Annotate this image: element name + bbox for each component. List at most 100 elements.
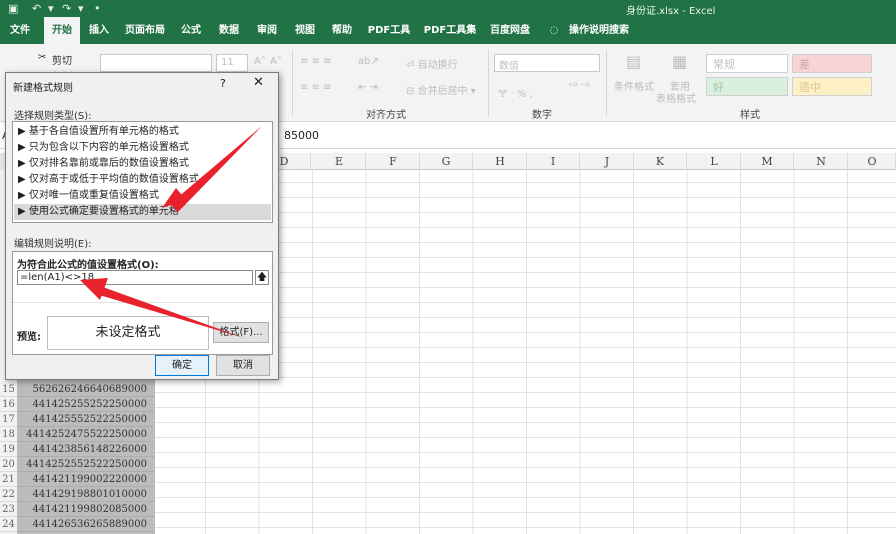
rule-item-label: 只为包含以下内容的单元格设置格式	[28, 142, 189, 153]
column-header-h[interactable]: H	[474, 153, 527, 170]
column-header-m[interactable]: M	[741, 153, 794, 170]
tab-review[interactable]: 审阅	[252, 17, 282, 44]
column-header-k[interactable]: K	[634, 153, 687, 170]
number-format-select[interactable]: 数值	[494, 54, 600, 72]
row-header[interactable]: 17	[0, 412, 17, 427]
undo-dropdown-icon[interactable]: ▾	[48, 2, 54, 15]
window-title: 身份证.xlsx - Excel	[626, 6, 716, 17]
cell-a[interactable]: 441423856148226000	[17, 442, 155, 457]
wrap-text-icon: ⏎	[406, 60, 415, 71]
merge-center-button[interactable]: ⊟ 合并后居中 ▾	[406, 82, 476, 97]
cell-a[interactable]: 441421199002220000	[17, 472, 155, 487]
orientation-icon[interactable]: ab↗	[358, 56, 379, 67]
redo-icon[interactable]: ↷	[62, 2, 71, 15]
rule-type-list[interactable]: ▶ 基于各自值设置所有单元格的格式 ▶ 只为包含以下内容的单元格设置格式 ▶ 仅…	[12, 121, 273, 223]
format-button[interactable]: 格式(F)...	[213, 322, 269, 343]
tab-insert[interactable]: 插入	[84, 17, 114, 44]
row-header[interactable]: 23	[0, 502, 17, 517]
column-header-f[interactable]: F	[367, 153, 420, 170]
close-icon[interactable]: ✕	[253, 75, 264, 90]
ribbon-tabs: 文件 开始 插入 页面布局 公式 数据 审阅 视图 帮助 PDF工具 PDF工具…	[0, 17, 896, 44]
font-size-box[interactable]: 11	[216, 54, 248, 72]
cancel-button[interactable]: 取消	[216, 355, 270, 376]
column-header-o[interactable]: O	[849, 153, 896, 170]
column-header-n[interactable]: N	[795, 153, 848, 170]
rule-item[interactable]: ▶ 仅对排名靠前或靠后的数值设置格式	[14, 156, 271, 172]
column-header-g[interactable]: G	[420, 153, 473, 170]
row-header[interactable]: 18	[0, 427, 17, 442]
tab-data[interactable]: 数据	[214, 17, 244, 44]
tab-view[interactable]: 视图	[290, 17, 320, 44]
conditional-format-icon: ▤	[626, 52, 642, 71]
rule-item[interactable]: ▶ 仅对唯一值或重复值设置格式	[14, 188, 271, 204]
scissors-icon: ✂	[38, 52, 47, 63]
rule-item-selected[interactable]: ▶ 使用公式确定要设置格式的单元格	[14, 204, 271, 220]
row-header[interactable]: 19	[0, 442, 17, 457]
undo-icon[interactable]: ↶	[32, 2, 41, 15]
ok-button[interactable]: 确定	[155, 355, 209, 376]
preview-label: 预览:	[17, 332, 41, 343]
touch-mode-icon[interactable]: •	[94, 2, 101, 15]
save-icon[interactable]: ▣	[8, 2, 18, 15]
column-header-i[interactable]: I	[527, 153, 580, 170]
title-bar: ▣ ↶ ▾ ↷ ▾ • 身份证.xlsx - Excel	[0, 0, 896, 17]
tab-pdf-tools[interactable]: PDF工具	[364, 17, 414, 44]
preview-box: 未设定格式	[47, 316, 209, 350]
style-neutral[interactable]: 适中	[792, 77, 872, 96]
row-header[interactable]: 16	[0, 397, 17, 412]
tab-page-layout[interactable]: 页面布局	[120, 17, 170, 44]
tab-help[interactable]: 帮助	[327, 17, 357, 44]
column-header-j[interactable]: J	[581, 153, 634, 170]
wrap-text-button[interactable]: ⏎ 自动换行	[406, 56, 458, 71]
tell-me-search[interactable]: 操作说明搜索	[566, 17, 632, 44]
cell-a[interactable]: 441425255252250000	[17, 397, 155, 412]
cell-a[interactable]: 4414252475522250000	[17, 427, 155, 442]
conditional-format-button[interactable]: 条件格式	[614, 78, 654, 93]
row-header[interactable]: 24	[0, 517, 17, 532]
help-button[interactable]: ?	[220, 77, 226, 90]
cell-a[interactable]: 441425552522250000	[17, 412, 155, 427]
currency-icon[interactable]: 🝖 · % ,	[498, 82, 533, 103]
rule-item[interactable]: ▶ 基于各自值设置所有单元格的格式	[14, 124, 271, 140]
cell-a[interactable]: 562626246640689000	[17, 382, 155, 397]
collapse-dialog-button[interactable]: 🡅	[255, 270, 269, 285]
row-header[interactable]: 21	[0, 472, 17, 487]
row-header[interactable]: 15	[0, 382, 17, 397]
row-header[interactable]: 20	[0, 457, 17, 472]
rule-item[interactable]: ▶ 只为包含以下内容的单元格设置格式	[14, 140, 271, 156]
wrap-text-label: 自动换行	[417, 60, 458, 71]
cut-button[interactable]: 剪切	[52, 52, 72, 67]
divider	[488, 50, 489, 116]
cell-a[interactable]: 441426536265889000	[17, 517, 155, 532]
align-left-icon[interactable]: ≡ ≡ ≡	[300, 82, 332, 93]
style-good[interactable]: 好	[706, 77, 788, 96]
tab-pdf-toolset[interactable]: PDF工具集	[420, 17, 480, 44]
cell-a[interactable]: 4414252552522250000	[17, 457, 155, 472]
tab-baidu-netdisk[interactable]: 百度网盘	[486, 17, 534, 44]
align-top-icon[interactable]: ≡ ≡ ≡	[300, 56, 332, 67]
tab-formulas[interactable]: 公式	[176, 17, 206, 44]
tab-file[interactable]: 文件	[4, 17, 36, 44]
decimal-icon[interactable]: ⁺⁰ ⁻⁰	[568, 82, 590, 93]
arrow-up-icon: 🡅	[256, 272, 268, 283]
formula-input-field[interactable]: =len(A1)<>18	[17, 270, 253, 285]
font-name-box[interactable]	[100, 54, 212, 72]
indent-icon[interactable]: ⇤ ⇥	[358, 82, 378, 93]
rule-item[interactable]: ▶ 仅对高于或低于平均值的数值设置格式	[14, 172, 271, 188]
shrink-font-icon[interactable]: A˅	[270, 56, 282, 67]
formula-input[interactable]: 85000	[284, 129, 319, 142]
divider	[292, 50, 293, 116]
format-table-label2: 表格格式	[656, 94, 696, 105]
column-header-l[interactable]: L	[688, 153, 741, 170]
redo-dropdown-icon[interactable]: ▾	[78, 2, 84, 15]
style-normal[interactable]: 常规	[706, 54, 788, 73]
column-header-e[interactable]: E	[313, 153, 366, 170]
row-header[interactable]: 22	[0, 487, 17, 502]
divider	[606, 50, 607, 116]
cell-a[interactable]: 441421199802085000	[17, 502, 155, 517]
style-bad[interactable]: 差	[792, 54, 872, 73]
cell-a[interactable]: 441429198801010000	[17, 487, 155, 502]
tab-home[interactable]: 开始	[44, 17, 80, 44]
dialog-title: 新建格式规则	[13, 83, 73, 94]
grow-font-icon[interactable]: A˄	[254, 56, 266, 67]
